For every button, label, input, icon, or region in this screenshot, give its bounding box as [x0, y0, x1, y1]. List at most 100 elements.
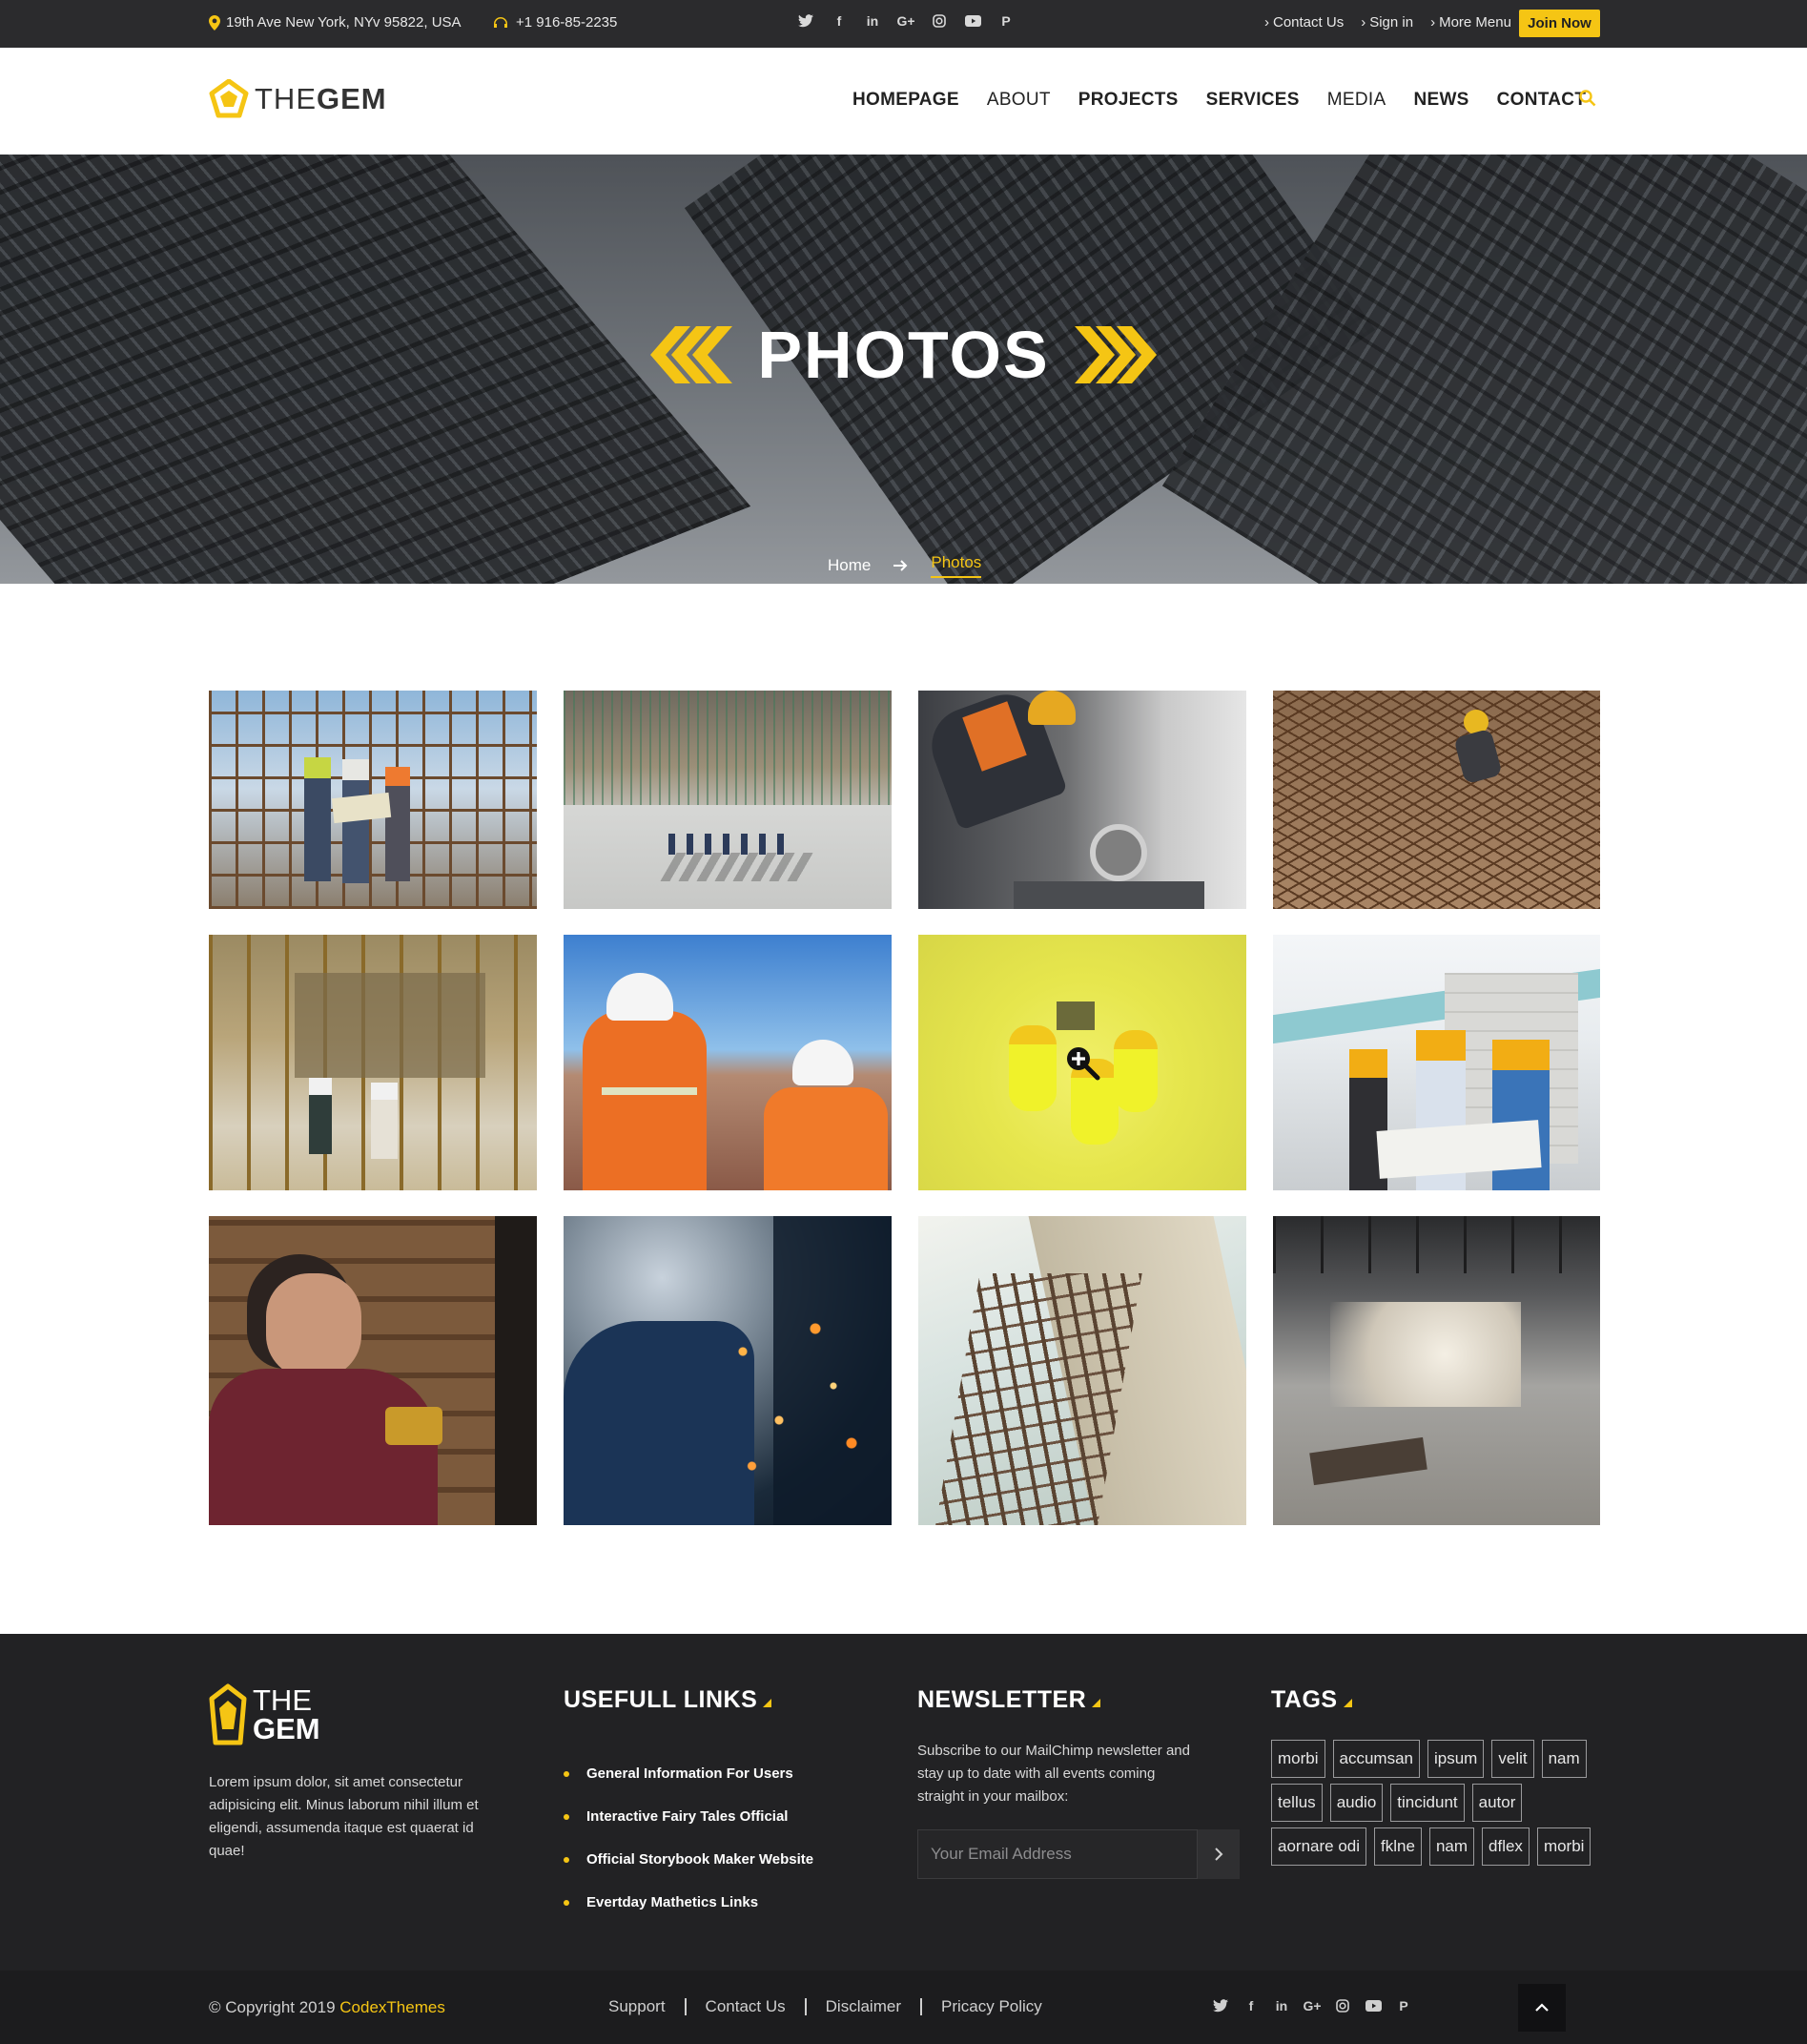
linkedin-icon[interactable]: in: [864, 12, 881, 30]
nav-homepage[interactable]: HOMEPAGE: [852, 90, 959, 111]
copyright: © Copyright 2019 CodexThemes: [209, 1998, 445, 2016]
instagram-icon[interactable]: [1334, 1997, 1351, 2014]
tag-item[interactable]: accumsan: [1332, 1740, 1420, 1778]
gem-logo-icon: [209, 1683, 247, 1745]
top-links: Contact Us Sign in More Menu: [1264, 14, 1511, 31]
nav-about[interactable]: ABOUT: [987, 90, 1051, 111]
logo-wordmark: THEGEM: [255, 82, 387, 115]
site-footer: THE GEM Lorem ipsum dolor, sit amet conse…: [0, 1634, 1807, 1971]
photo-grinder-worker[interactable]: [918, 691, 1246, 909]
tag-item[interactable]: audio: [1329, 1784, 1384, 1822]
google-plus-icon[interactable]: G+: [1303, 1997, 1321, 2014]
phone-info: +1 916-85-2235: [493, 14, 617, 31]
newsletter-email-input[interactable]: Your Email Address: [917, 1829, 1198, 1879]
top-link-contact[interactable]: Contact Us: [1264, 14, 1344, 31]
photo-blueprint-team[interactable]: [1273, 935, 1600, 1190]
google-plus-icon[interactable]: G+: [896, 12, 914, 30]
nav-projects[interactable]: PROJECTS: [1078, 90, 1179, 111]
phone-text: +1 916-85-2235: [516, 14, 618, 31]
photo-site-overhead[interactable]: [564, 691, 892, 909]
tag-item[interactable]: morbi: [1536, 1827, 1591, 1866]
breadcrumb-home[interactable]: Home: [828, 556, 871, 575]
headset-icon: [494, 16, 507, 28]
nav-services[interactable]: SERVICES: [1206, 90, 1300, 111]
footer-link[interactable]: Evertday Mathetics Links: [564, 1881, 813, 1924]
join-now-button[interactable]: Join Now: [1519, 10, 1600, 37]
breadcrumb-current: Photos: [931, 553, 982, 578]
hero-title: PHOTOS: [0, 317, 1807, 393]
footer-link[interactable]: General Information For Users: [564, 1752, 813, 1795]
twitter-icon[interactable]: [797, 12, 814, 30]
gem-logo-icon: [209, 79, 249, 118]
page-hero: PHOTOS Home Photos: [0, 155, 1807, 584]
back-to-top-button[interactable]: [1518, 1984, 1566, 2032]
bottom-link-contact[interactable]: Contact Us: [687, 1998, 807, 2015]
top-link-more-menu[interactable]: More Menu: [1430, 14, 1511, 31]
bottom-links: Support Contact Us Disclaimer Pricacy Po…: [608, 1998, 1061, 2015]
photo-welding-sparks[interactable]: [564, 1216, 892, 1525]
bottom-link-disclaimer[interactable]: Disclaimer: [807, 1998, 922, 2015]
nav-media[interactable]: MEDIA: [1327, 90, 1386, 111]
bottom-social-icons: f in G+ P: [1212, 1997, 1412, 2014]
bottom-link-support[interactable]: Support: [608, 1998, 687, 2015]
chevron-up-icon: [1535, 2003, 1549, 2012]
useful-links-heading: USEFULL LINKS: [564, 1686, 771, 1714]
photo-basement-site[interactable]: [209, 935, 537, 1190]
chevron-right-icon: [1215, 1848, 1223, 1861]
bottom-bar: © Copyright 2019 CodexThemes Support Con…: [0, 1971, 1807, 2044]
arrow-right-icon: [893, 560, 908, 571]
newsletter-text: Subscribe to our MailChimp newsletter an…: [917, 1743, 1190, 1805]
photo-rebar-column[interactable]: [918, 1216, 1246, 1525]
facebook-icon[interactable]: f: [831, 12, 848, 30]
main-nav: HOMEPAGE ABOUT PROJECTS SERVICES MEDIA N…: [852, 90, 1613, 111]
page-title: PHOTOS: [757, 318, 1050, 392]
tag-item[interactable]: tincidunt: [1390, 1784, 1465, 1822]
footer-link[interactable]: Official Storybook Maker Website: [564, 1838, 813, 1881]
instagram-icon[interactable]: [931, 12, 948, 30]
tag-item[interactable]: velit: [1491, 1740, 1534, 1778]
photo-yellow-team-overhead[interactable]: [918, 935, 1246, 1190]
footer-logo-wordmark: THE GEM: [253, 1683, 320, 1745]
brand-link[interactable]: CodexThemes: [339, 1998, 445, 2016]
top-social-icons: f in G+ P: [797, 12, 1015, 30]
twitter-icon[interactable]: [1212, 1997, 1229, 2014]
nav-news[interactable]: NEWS: [1413, 90, 1468, 111]
search-icon[interactable]: [1579, 90, 1596, 107]
photo-rebar-worker[interactable]: [1273, 691, 1600, 909]
tag-item[interactable]: autor: [1471, 1784, 1523, 1822]
tags-heading: TAGS: [1271, 1686, 1352, 1714]
site-logo[interactable]: THEGEM: [209, 79, 387, 119]
facebook-icon[interactable]: f: [1242, 1997, 1260, 2014]
newsletter-submit-button[interactable]: [1198, 1829, 1240, 1879]
youtube-icon[interactable]: [1365, 1997, 1382, 2014]
photo-workers-scaffolding[interactable]: [209, 691, 537, 909]
zoom-icon[interactable]: [1063, 1043, 1101, 1082]
pinterest-icon[interactable]: P: [997, 12, 1015, 30]
tag-item[interactable]: tellus: [1271, 1784, 1323, 1822]
tag-item[interactable]: ipsum: [1427, 1740, 1485, 1778]
tag-cloud: morbi accumsan ipsum velit nam tellus au…: [1271, 1740, 1614, 1871]
photo-drill-man[interactable]: [209, 1216, 537, 1525]
photo-empty-interior[interactable]: [1273, 1216, 1600, 1525]
top-link-signin[interactable]: Sign in: [1361, 14, 1413, 31]
tag-item[interactable]: fklne: [1374, 1827, 1422, 1866]
nav-contact[interactable]: CONTACT: [1497, 90, 1587, 111]
main-header: THEGEM HOMEPAGE ABOUT PROJECTS SERVICES …: [0, 48, 1807, 155]
footer-link[interactable]: Interactive Fairy Tales Official: [564, 1795, 813, 1838]
tag-item[interactable]: dflex: [1482, 1827, 1530, 1866]
tag-item[interactable]: morbi: [1271, 1740, 1325, 1778]
tag-item[interactable]: nam: [1541, 1740, 1587, 1778]
linkedin-icon[interactable]: in: [1273, 1997, 1290, 2014]
useful-links-list: General Information For Users Interactiv…: [564, 1752, 813, 1924]
youtube-icon[interactable]: [964, 12, 981, 30]
address-text: 19th Ave New York, NYv 95822, USA: [226, 14, 462, 31]
chevrons-right-icon: [1074, 326, 1157, 383]
map-pin-icon: [209, 14, 220, 31]
tag-item[interactable]: aornare odi: [1271, 1827, 1367, 1866]
photo-engineers-pointing[interactable]: [564, 935, 892, 1190]
footer-logo[interactable]: THE GEM: [209, 1683, 320, 1746]
bottom-link-privacy[interactable]: Pricacy Policy: [922, 1998, 1061, 2015]
newsletter-heading: NEWSLETTER: [917, 1686, 1100, 1714]
tag-item[interactable]: nam: [1428, 1827, 1475, 1866]
pinterest-icon[interactable]: P: [1395, 1997, 1412, 2014]
